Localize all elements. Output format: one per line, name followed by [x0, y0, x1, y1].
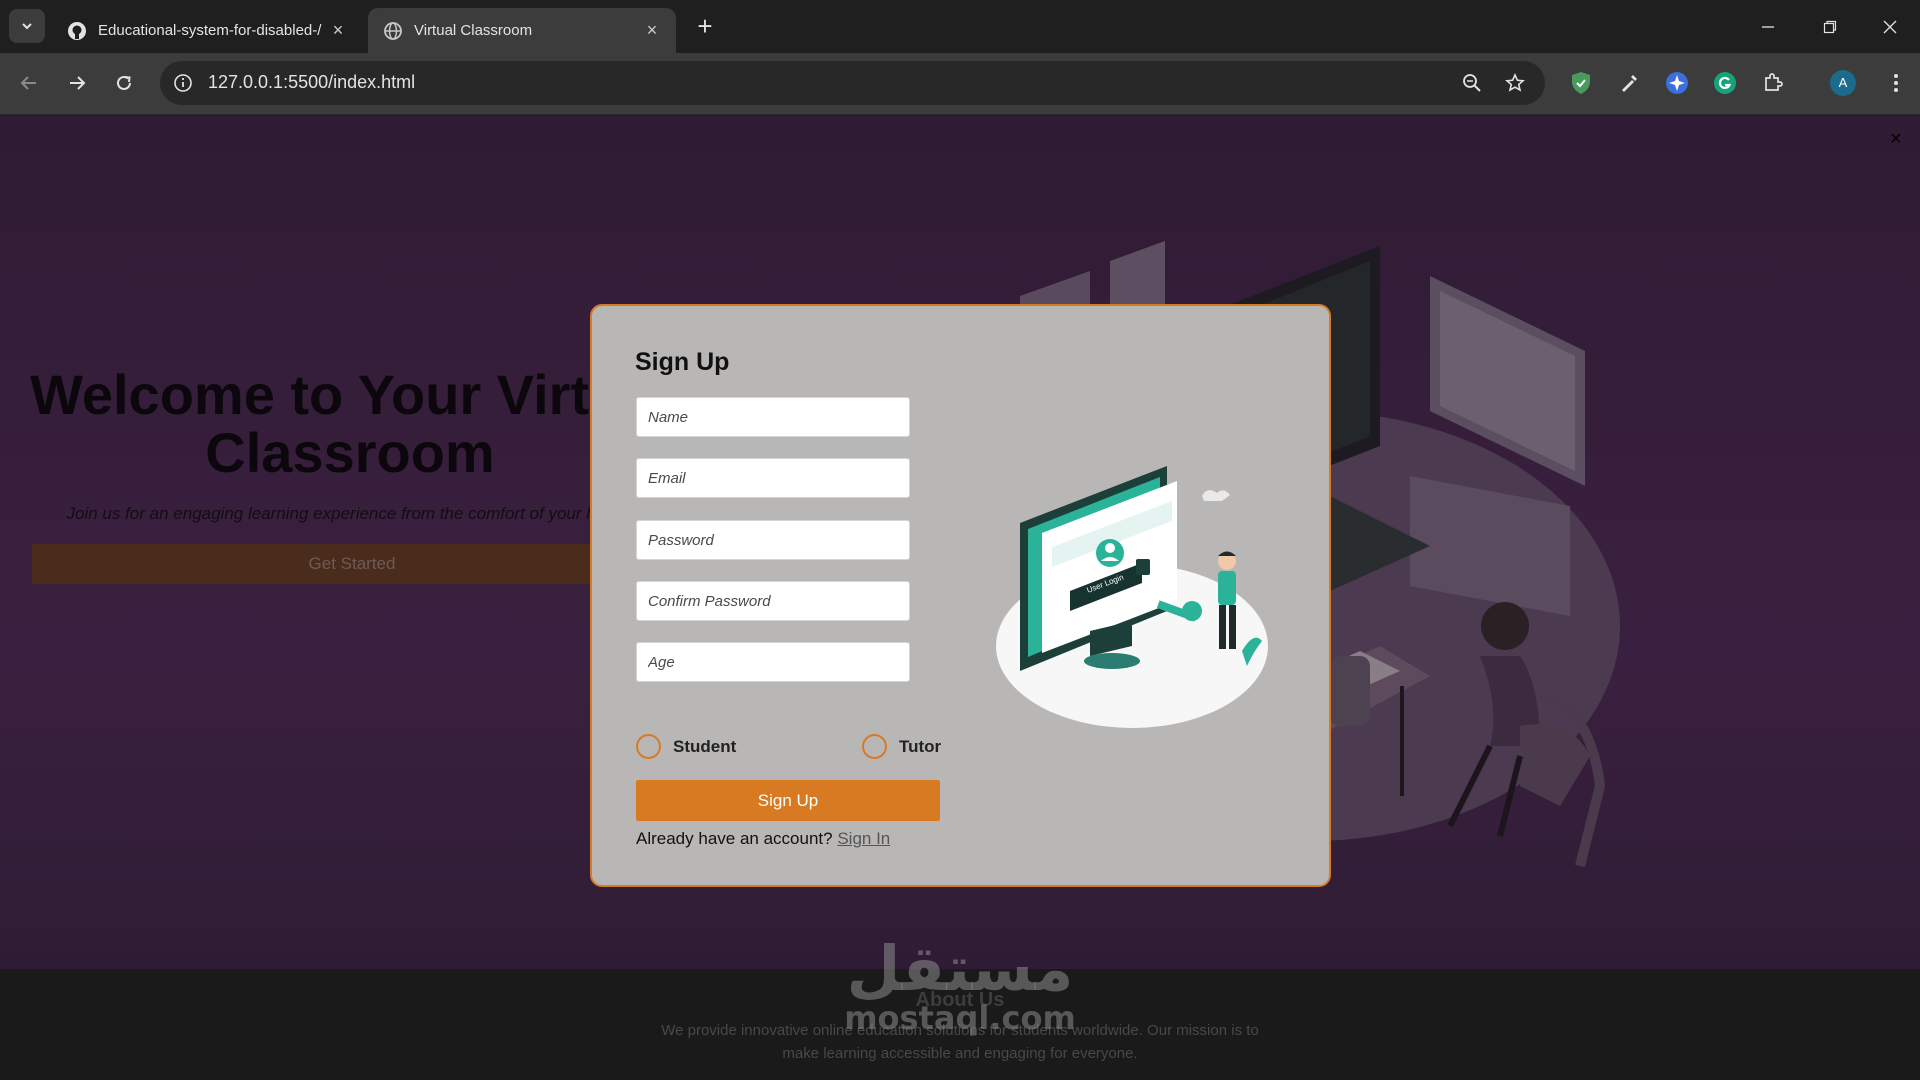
- hero-title: Welcome to Your Virtual Classroom: [30, 363, 671, 484]
- tab-close-icon[interactable]: ×: [642, 20, 662, 41]
- browser-toolbar: 127.0.0.1:5500/index.html: [0, 53, 1920, 115]
- signin-prompt: Already have an account? Sign In: [636, 829, 890, 849]
- signup-modal: Sign Up Student Tutor Sign Up Already ha…: [590, 304, 1331, 887]
- watermark-latin: mostaql.com: [844, 999, 1076, 1037]
- sparkle-extension-icon[interactable]: [1661, 67, 1693, 99]
- tab-title: Virtual Classroom: [414, 22, 533, 39]
- tab-close-icon[interactable]: ×: [328, 20, 348, 41]
- tab-search-button[interactable]: [9, 9, 45, 43]
- modal-title: Sign Up: [635, 348, 730, 376]
- window-close-icon[interactable]: [1860, 0, 1920, 53]
- user-login-illustration: User Login: [996, 466, 1268, 728]
- browser-tab-bar: Educational-system-for-disabled-/ × Virt…: [0, 0, 1920, 53]
- chevron-down-icon: [22, 23, 32, 30]
- pen-extension-icon[interactable]: [1613, 67, 1645, 99]
- overlay-close-icon[interactable]: ×: [1890, 128, 1902, 151]
- watermark-arabic: مستقل: [846, 932, 1074, 1005]
- menu-dots-icon[interactable]: [1880, 67, 1912, 99]
- sign-up-button[interactable]: Sign Up: [636, 780, 940, 821]
- extensions-puzzle-icon[interactable]: [1757, 67, 1789, 99]
- tab-github[interactable]: Educational-system-for-disabled-/ ×: [52, 8, 362, 53]
- confirm-password-input[interactable]: [636, 581, 910, 621]
- bookmark-star-icon[interactable]: [1502, 70, 1528, 96]
- hero-subtitle: Join us for an engaging learning experie…: [66, 504, 634, 523]
- restore-icon[interactable]: [1800, 0, 1860, 53]
- zoom-icon[interactable]: [1459, 70, 1485, 96]
- address-bar[interactable]: 127.0.0.1:5500/index.html: [160, 61, 1545, 105]
- student-label: Student: [673, 736, 737, 756]
- globe-icon: [382, 20, 404, 42]
- signin-prompt-text: Already have an account?: [636, 829, 833, 848]
- radio-circle[interactable]: [636, 734, 661, 759]
- password-input[interactable]: [636, 520, 910, 560]
- tutor-label: Tutor: [899, 736, 942, 756]
- email-input[interactable]: [636, 458, 910, 498]
- tab-title: Educational-system-for-disabled-/: [98, 22, 322, 39]
- tutor-radio[interactable]: Tutor: [862, 734, 941, 759]
- sign-in-link[interactable]: Sign In: [837, 829, 890, 848]
- forward-icon[interactable]: [60, 66, 94, 100]
- student-radio[interactable]: Student: [636, 734, 736, 759]
- url-text[interactable]: 127.0.0.1:5500/index.html: [208, 72, 415, 93]
- watermark: مستقل mostaql.com: [840, 932, 1080, 1037]
- grammarly-icon[interactable]: [1709, 67, 1741, 99]
- tab-virtual-classroom[interactable]: Virtual Classroom ×: [368, 8, 676, 53]
- reload-icon[interactable]: [107, 66, 141, 100]
- new-tab-button[interactable]: +: [690, 12, 720, 42]
- get-started-button[interactable]: Get Started: [32, 544, 672, 584]
- shield-extension-icon[interactable]: [1565, 67, 1597, 99]
- minimize-icon[interactable]: [1738, 0, 1798, 53]
- radio-circle[interactable]: [862, 734, 887, 759]
- site-info-icon[interactable]: [170, 70, 196, 96]
- profile-avatar[interactable]: A: [1830, 70, 1856, 96]
- github-icon: [66, 20, 88, 42]
- page-viewport: × Welcome to Your Virtual Classroom Join…: [0, 116, 1920, 1080]
- name-input[interactable]: [636, 397, 910, 437]
- age-input[interactable]: [636, 642, 910, 682]
- back-icon[interactable]: [12, 66, 46, 100]
